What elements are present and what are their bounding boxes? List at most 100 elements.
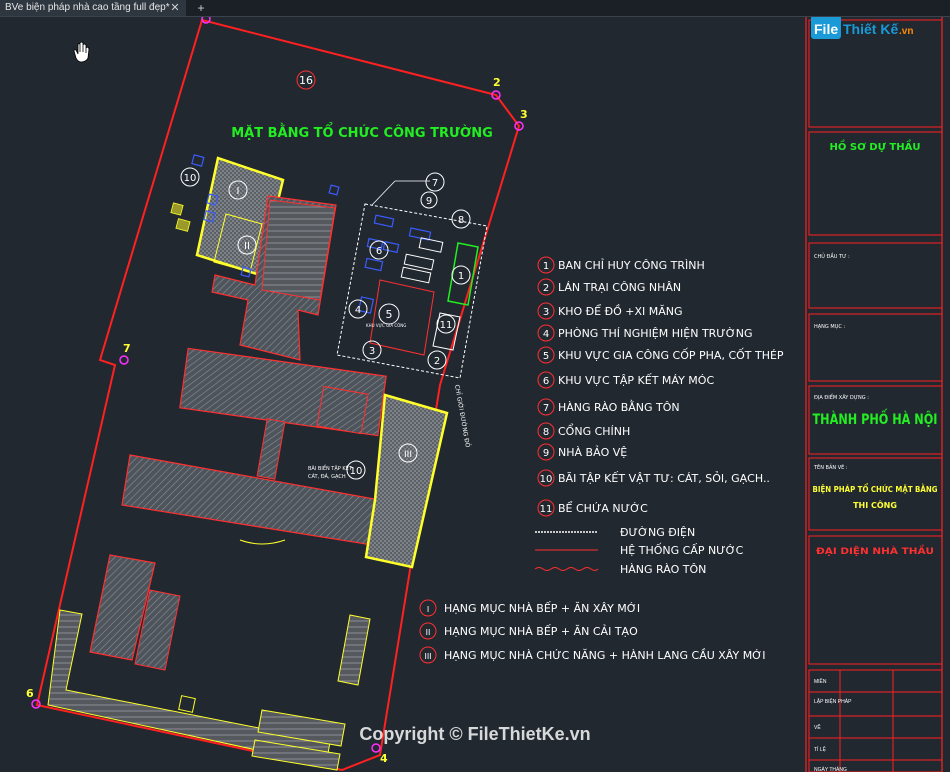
logo-part-2: Thiết Kế bbox=[843, 21, 898, 37]
bubble-10a: 10 bbox=[184, 173, 197, 184]
pan-hand-icon bbox=[73, 41, 90, 63]
bubble-16: 16 bbox=[299, 74, 313, 87]
drawing-canvas[interactable]: 2 3 7 6 4 16 MẶT BẰNG TỔ CHỨC CÔNG TRƯỜN… bbox=[0, 17, 950, 772]
legend-item: 8 CỔNG CHÍNH bbox=[537, 422, 630, 440]
roman-III: III bbox=[404, 450, 412, 460]
logo-part-3: .vn bbox=[899, 26, 913, 37]
legend-category: I HẠNG MỤC NHÀ BẾP + ĂN XÂY MỚI bbox=[419, 599, 640, 617]
marker-label-3: 3 bbox=[520, 108, 528, 121]
category-text: HẠNG MỤC NHÀ BẾP + ĂN XÂY MỚI bbox=[444, 601, 640, 615]
legend-item-number: 4 bbox=[543, 329, 549, 340]
bubble-2: 2 bbox=[434, 356, 440, 367]
bubble-9: 9 bbox=[426, 196, 432, 207]
legend-category: II HẠNG MỤC NHÀ BẾP + ĂN CẢI TẠO bbox=[419, 622, 638, 640]
title-block-row-label: VẼ bbox=[814, 724, 821, 731]
city-name: THÀNH PHỐ HÀ NỘI bbox=[813, 408, 938, 428]
legend-item: 4 PHÒNG THÍ NGHIỆM HIỆN TRƯỜNG bbox=[537, 324, 753, 342]
legend-item: 5 KHU VỰC GIA CÔNG CỐP PHA, CỐT THÉP bbox=[537, 346, 784, 364]
copyright-watermark: Copyright © FileThietKe.vn bbox=[359, 724, 590, 744]
legend-item-text: KHU VỰC TẬP KẾT MÁY MÓC bbox=[558, 373, 714, 387]
fence-line-icon bbox=[534, 567, 599, 571]
ten-ban-ve-label: TÊN BẢN VẼ : bbox=[813, 463, 848, 471]
document-tab-title: BVe biện pháp nhà cao tầng full đẹp* bbox=[5, 2, 170, 13]
dia-diem-label: ĐỊA ĐIỂM XÂY DỰNG : bbox=[814, 393, 869, 401]
legend-item-text: HÀNG RÀO BẰNG TÔN bbox=[558, 400, 680, 414]
legend-item-number: 2 bbox=[543, 283, 549, 294]
hang-muc-label: HẠNG MỤC : bbox=[814, 324, 845, 330]
marker-label-2: 2 bbox=[493, 76, 501, 89]
legend-line-text: ĐƯỜNG ĐIỆN bbox=[620, 526, 695, 539]
legend-line-text: HÀNG RÀO TÔN bbox=[620, 563, 706, 576]
bubble-3: 3 bbox=[369, 346, 375, 357]
title-block-row-label: NGÀY THÁNG bbox=[814, 766, 847, 772]
chu-dau-tu-label: CHỦ ĐẦU TƯ : bbox=[814, 252, 850, 260]
title-block-row-label: MIỀN bbox=[814, 678, 827, 685]
legend-item-text: BỂ CHỨA NƯỚC bbox=[558, 501, 648, 515]
tab-bar: BVe biện pháp nhà cao tầng full đẹp* ✕ + bbox=[0, 0, 950, 17]
legend-item: 6 KHU VỰC TẬP KẾT MÁY MÓC bbox=[537, 371, 714, 389]
legend-item-number: 9 bbox=[543, 448, 549, 459]
title-block: File Thiết Kế .vn HỒ SƠ DỰ THẦU CHỦ ĐẦU … bbox=[805, 17, 943, 772]
category-number: II bbox=[426, 628, 431, 637]
marker-label-4: 4 bbox=[380, 752, 388, 765]
L-building bbox=[47, 609, 331, 766]
storage-label-2: CÁT, ĐÁ, GẠCH bbox=[308, 473, 346, 480]
legend-item-number: 7 bbox=[543, 403, 549, 414]
category-text: HẠNG MỤC NHÀ BẾP + ĂN CẢI TẠO bbox=[444, 624, 638, 638]
legend-item-text: LÁN TRẠI CÔNG NHÂN bbox=[558, 281, 681, 294]
legend-item-text: KHO ĐỂ ĐỒ +XI MĂNG bbox=[558, 304, 683, 318]
legend-category: III HẠNG MỤC NHÀ CHỨC NĂNG + HÀNH LANG CẦ… bbox=[419, 646, 765, 664]
legend: 1 BAN CHỈ HUY CÔNG TRÌNH 2 LÁN TRẠI CÔNG NH… bbox=[419, 256, 784, 664]
legend-item: 3 KHO ĐỂ ĐỒ +XI MĂNG bbox=[537, 302, 683, 320]
title-block-row-label: TỈ LỆ bbox=[814, 745, 827, 753]
marker-label-6: 6 bbox=[26, 687, 34, 700]
legend-item-text: CỔNG CHÍNH bbox=[558, 423, 630, 438]
legend-line-text: HỆ THỐNG CẤP NƯỚC bbox=[620, 543, 744, 557]
legend-item-text: NHÀ BẢO VỆ bbox=[558, 445, 627, 459]
bubble-7: 7 bbox=[432, 178, 438, 189]
storage-label-1: BÃI BIỂN TẬP KẾT bbox=[308, 464, 353, 472]
title-block-row-label: LẬP BIỆN PHÁP bbox=[814, 697, 852, 705]
legend-item-number: 3 bbox=[543, 307, 549, 318]
legend-line-item: HỆ THỐNG CẤP NƯỚC bbox=[535, 543, 744, 557]
bubble-8: 8 bbox=[458, 215, 464, 226]
ho-so-du-thau: HỒ SƠ DỰ THẦU bbox=[830, 138, 921, 153]
legend-item: 9 NHÀ BẢO VỆ bbox=[537, 443, 627, 461]
legend-item-text: PHÒNG THÍ NGHIỆM HIỆN TRƯỜNG bbox=[558, 327, 753, 340]
legend-item-text: KHU VỰC GIA CÔNG CỐP PHA, CỐT THÉP bbox=[558, 348, 784, 362]
category-number: I bbox=[427, 605, 429, 614]
tab-close-icon[interactable]: ✕ bbox=[168, 0, 182, 16]
bien-phap-line-2: THI CÔNG bbox=[853, 499, 897, 510]
legend-item: 7 HÀNG RÀO BẰNG TÔN bbox=[537, 398, 680, 416]
legend-item: 2 LÁN TRẠI CÔNG NHÂN bbox=[537, 278, 681, 296]
logo-part-1: File bbox=[814, 21, 838, 37]
category-number: III bbox=[424, 652, 431, 661]
road-label: CHỈ GIỚI ĐƯỜNG ĐỎ bbox=[453, 384, 472, 448]
legend-item-number: 11 bbox=[540, 504, 553, 515]
legend-line-item: ĐƯỜNG ĐIỆN bbox=[535, 526, 695, 539]
legend-line-item: HÀNG RÀO TÔN bbox=[534, 563, 706, 576]
bubble-1: 1 bbox=[458, 271, 464, 282]
bubble-5: 5 bbox=[386, 308, 393, 321]
legend-item-number: 1 bbox=[543, 261, 549, 272]
legend-item-text: BÃI TẬP KẾT VẬT TƯ: CÁT, SỎI, GẠCH.. bbox=[558, 471, 770, 485]
category-text: HẠNG MỤC NHÀ CHỨC NĂNG + HÀNH LANG CẦU X… bbox=[444, 648, 765, 662]
drawing-title: MẶT BẰNG TỔ CHỨC CÔNG TRƯỜNG bbox=[231, 123, 493, 141]
legend-item-number: 10 bbox=[540, 474, 553, 485]
dai-dien-nha-thau: ĐẠI DIỆN NHÀ THẦU bbox=[816, 544, 934, 557]
bubble-11: 11 bbox=[440, 320, 453, 331]
roman-II: II bbox=[244, 241, 250, 252]
bubble-4: 4 bbox=[355, 305, 361, 316]
roman-I: I bbox=[237, 186, 240, 197]
legend-item-number: 5 bbox=[543, 351, 549, 362]
area5-label: KHU VỰC GIA CÔNG bbox=[366, 323, 406, 328]
document-tab[interactable]: BVe biện pháp nhà cao tầng full đẹp* bbox=[0, 0, 186, 16]
legend-item: 10 BÃI TẬP KẾT VẬT TƯ: CÁT, SỎI, GẠCH.. bbox=[537, 469, 770, 487]
legend-item: 11 BỂ CHỨA NƯỚC bbox=[537, 499, 648, 517]
bubble-6: 6 bbox=[376, 246, 382, 257]
legend-item-number: 8 bbox=[543, 427, 549, 438]
legend-item-text: BAN CHỈ HUY CÔNG TRÌNH bbox=[558, 258, 705, 272]
legend-item-number: 6 bbox=[543, 376, 549, 387]
bien-phap-line-1: BIỆN PHÁP TỔ CHỨC MẶT BẰNG bbox=[813, 482, 938, 494]
new-tab-button[interactable]: + bbox=[194, 0, 208, 16]
